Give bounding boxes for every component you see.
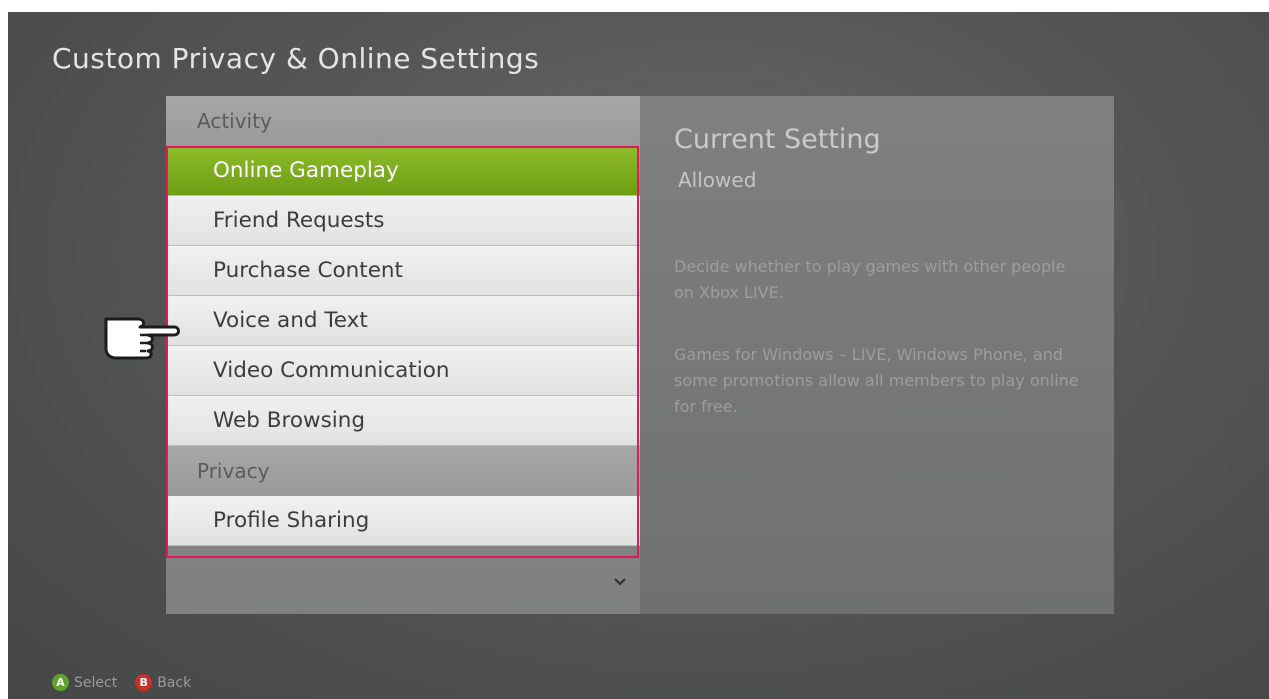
menu-item-friend-requests[interactable]: Friend Requests	[166, 196, 640, 246]
description-paragraph: Games for Windows – LIVE, Windows Phone,…	[674, 345, 1079, 416]
menu-item-web-browsing[interactable]: Web Browsing	[166, 396, 640, 446]
select-label: Select	[74, 674, 118, 691]
section-header-activity: Activity	[166, 96, 640, 146]
hand-pointer-icon	[100, 303, 180, 361]
current-setting-value: Allowed	[678, 168, 757, 192]
settings-menu: Activity Online Gameplay Friend Requests…	[166, 96, 640, 614]
menu-item-purchase-content[interactable]: Purchase Content	[166, 246, 640, 296]
b-button-icon: B	[135, 674, 153, 691]
menu-item-video-communication[interactable]: Video Communication	[166, 346, 640, 396]
a-button-icon: A	[52, 674, 69, 691]
screen: Custom Privacy & Online Settings Activit…	[8, 12, 1269, 699]
detail-panel: Current Setting Allowed Decide whether t…	[640, 96, 1114, 614]
menu-item-online-gameplay[interactable]: Online Gameplay	[166, 146, 640, 196]
back-action[interactable]: B Back	[135, 674, 191, 691]
footer-controls: A Select B Back	[52, 674, 209, 691]
current-setting-heading: Current Setting	[674, 124, 881, 155]
section-header-privacy: Privacy	[166, 446, 640, 496]
menu-item-voice-and-text[interactable]: Voice and Text	[166, 296, 640, 346]
back-label: Back	[157, 674, 192, 691]
description-paragraph: Decide whether to play games with other …	[674, 257, 1066, 302]
select-action[interactable]: A Select	[52, 674, 117, 691]
chevron-down-icon[interactable]	[608, 570, 632, 594]
page-title: Custom Privacy & Online Settings	[52, 42, 540, 75]
menu-item-profile-sharing[interactable]: Profile Sharing	[166, 496, 640, 546]
